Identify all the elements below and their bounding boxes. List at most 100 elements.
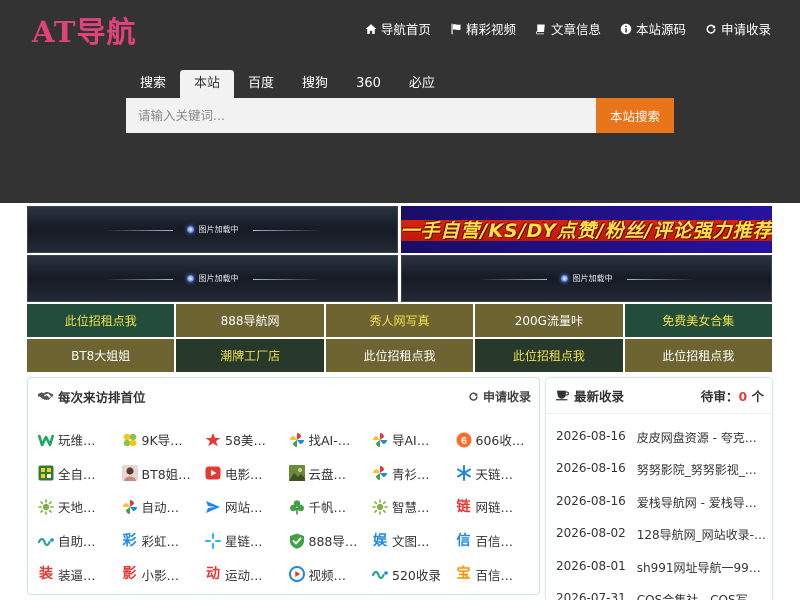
- nav-videos[interactable]: 精彩视频: [450, 19, 516, 38]
- site-link[interactable]: 58美…: [205, 423, 289, 457]
- video-circle-icon: [288, 566, 305, 583]
- promo-link[interactable]: 此位招租点我: [325, 339, 474, 372]
- promo-link[interactable]: 200G流量咔: [475, 304, 623, 337]
- nav-home[interactable]: 导航首页: [365, 19, 431, 38]
- xin-char-icon: 信: [456, 532, 471, 549]
- site-link-label: 电影…: [225, 466, 263, 482]
- site-link[interactable]: 动运动…: [205, 557, 289, 591]
- site-link[interactable]: 云盘…: [288, 457, 373, 491]
- promo-link[interactable]: 秀人网写真: [325, 304, 474, 337]
- promo-link[interactable]: BT8大姐姐: [27, 339, 175, 372]
- lian-char-icon: 链: [456, 498, 471, 515]
- apply-link[interactable]: 申请收录: [468, 388, 531, 405]
- latest-item[interactable]: 2026-08-16 皮皮网盘资源 - 夸克网…: [556, 429, 768, 461]
- search-button[interactable]: 本站搜索: [596, 98, 674, 133]
- pending-label: 待审：: [700, 389, 739, 404]
- latest-item[interactable]: 2026-07-31 COS合集社 - COS写真…: [556, 591, 768, 600]
- sparkle-icon: [205, 532, 221, 549]
- search-tab-baidu[interactable]: 百度: [234, 70, 288, 98]
- latest-item[interactable]: 2026-08-16 努努影院_努努影视_努…: [556, 461, 768, 493]
- divider: [252, 229, 323, 231]
- loading-text: 图片加载中: [198, 225, 239, 234]
- site-link[interactable]: BT8姐…: [121, 457, 206, 491]
- site-link[interactable]: 天链…: [456, 457, 540, 491]
- site-link-label: 天链…: [475, 466, 514, 482]
- banner-slot[interactable]: 图片加载中: [401, 255, 772, 302]
- latest-item-title: 128导航网_网站收录-…: [636, 528, 766, 543]
- svg-text:6: 6: [461, 435, 467, 447]
- pinwheel-icon: [122, 499, 138, 515]
- promo-link[interactable]: 潮牌工厂店: [176, 339, 324, 372]
- latest-item[interactable]: 2026-08-01 sh991网址导航一991自…: [556, 559, 768, 591]
- site-link[interactable]: 自动…: [122, 490, 206, 524]
- site-link[interactable]: 信百信…: [456, 524, 540, 558]
- nav-articles-label: 文章信息: [550, 22, 601, 37]
- site-link[interactable]: 彩彩虹…: [122, 524, 206, 558]
- ying-char-icon: 影: [122, 566, 137, 583]
- site-link[interactable]: 娱文图…: [372, 524, 456, 558]
- site-link[interactable]: 玩维…: [38, 423, 122, 457]
- w-logo-icon: [38, 432, 54, 448]
- site-link[interactable]: 链网链…: [456, 490, 540, 524]
- site-link[interactable]: 888导…: [289, 524, 373, 558]
- clover-logo-icon: [122, 432, 138, 448]
- site-link[interactable]: 宝百信…: [456, 557, 540, 591]
- info-icon: [620, 23, 632, 34]
- site-logo[interactable]: AT导航: [32, 9, 137, 51]
- search-tab-search[interactable]: 搜索: [126, 70, 180, 98]
- site-link[interactable]: 网站…: [205, 490, 289, 524]
- site-link[interactable]: 6 606收…: [456, 423, 540, 457]
- site-link[interactable]: 智慧…: [372, 490, 456, 524]
- search-tab-site[interactable]: 本站: [180, 70, 235, 98]
- site-link-label: BT8姐…: [141, 466, 191, 482]
- promo-link[interactable]: 此位招租点我: [624, 339, 772, 372]
- search-tab-bing[interactable]: 必应: [395, 70, 449, 98]
- promo-link[interactable]: 此位招租点我: [27, 304, 175, 337]
- panel-title-text: 最新收录: [574, 389, 625, 404]
- site-link[interactable]: 装装逼…: [38, 557, 122, 591]
- loading-indicator: 图片加载中: [560, 273, 613, 284]
- search-input[interactable]: [126, 98, 596, 133]
- promo-link[interactable]: 免费美女合集: [624, 304, 772, 337]
- flag-icon: [451, 23, 461, 34]
- site-link[interactable]: 520收录: [372, 557, 456, 591]
- banner-ad[interactable]: 一手自营/KS/DY点赞/粉丝/评论强力推荐: [401, 206, 772, 253]
- header: AT导航 导航首页 精彩视频 文章信息 本站源码 申请收录 搜索 本站 百度 搜…: [0, 0, 800, 203]
- pending-number: 0: [738, 389, 748, 404]
- site-link[interactable]: 导AI…: [372, 423, 456, 457]
- site-link-label: 自助…: [58, 534, 96, 550]
- site-link[interactable]: 星链…: [205, 524, 289, 558]
- latest-item-title: COS合集社 - COS写真…: [636, 592, 768, 600]
- site-link[interactable]: 影小影…: [122, 557, 206, 591]
- site-link-label: 装逼…: [58, 567, 96, 583]
- latest-item[interactable]: 2026-08-02 128导航网_网站收录-…: [556, 526, 768, 558]
- site-link[interactable]: 全自…: [38, 457, 122, 491]
- panel-header: 最新收录 待审：0 个: [546, 378, 772, 414]
- promo-link[interactable]: 此位招租点我: [475, 339, 623, 372]
- banner-slot[interactable]: 图片加载中: [27, 255, 398, 302]
- site-link[interactable]: 找AI-…: [289, 423, 373, 457]
- wave-logo-icon: [372, 566, 388, 582]
- pending-unit: 个: [747, 389, 764, 404]
- banner-slot[interactable]: 图片加载中: [27, 206, 398, 253]
- pinwheel-icon: [372, 465, 388, 481]
- avatar-icon: [121, 465, 138, 482]
- site-link[interactable]: 电影…: [205, 457, 289, 491]
- site-link[interactable]: 天地…: [38, 490, 122, 524]
- search-tab-sogou[interactable]: 搜狗: [288, 70, 342, 98]
- home-icon: [365, 23, 377, 34]
- site-link[interactable]: 9K导…: [122, 423, 206, 457]
- search-tabs: 搜索 本站 百度 搜狗 360 必应: [126, 70, 449, 98]
- promo-link[interactable]: 888导航网: [176, 304, 324, 337]
- nav-source[interactable]: 本站源码: [620, 19, 686, 38]
- nav-articles[interactable]: 文章信息: [535, 19, 601, 38]
- latest-item[interactable]: 2026-08-16 爱栈导航网 - 爱栈导航 …: [556, 494, 768, 526]
- nav-apply[interactable]: 申请收录: [705, 19, 771, 38]
- site-link[interactable]: 自助…: [38, 524, 122, 558]
- site-link[interactable]: 视频…: [288, 557, 373, 591]
- site-link[interactable]: 青衫…: [372, 457, 456, 491]
- site-link-label: 606收…: [475, 433, 525, 449]
- site-link[interactable]: 千帆…: [289, 490, 373, 524]
- search-tab-360[interactable]: 360: [342, 70, 395, 98]
- apply-link-label: 申请收录: [482, 389, 531, 404]
